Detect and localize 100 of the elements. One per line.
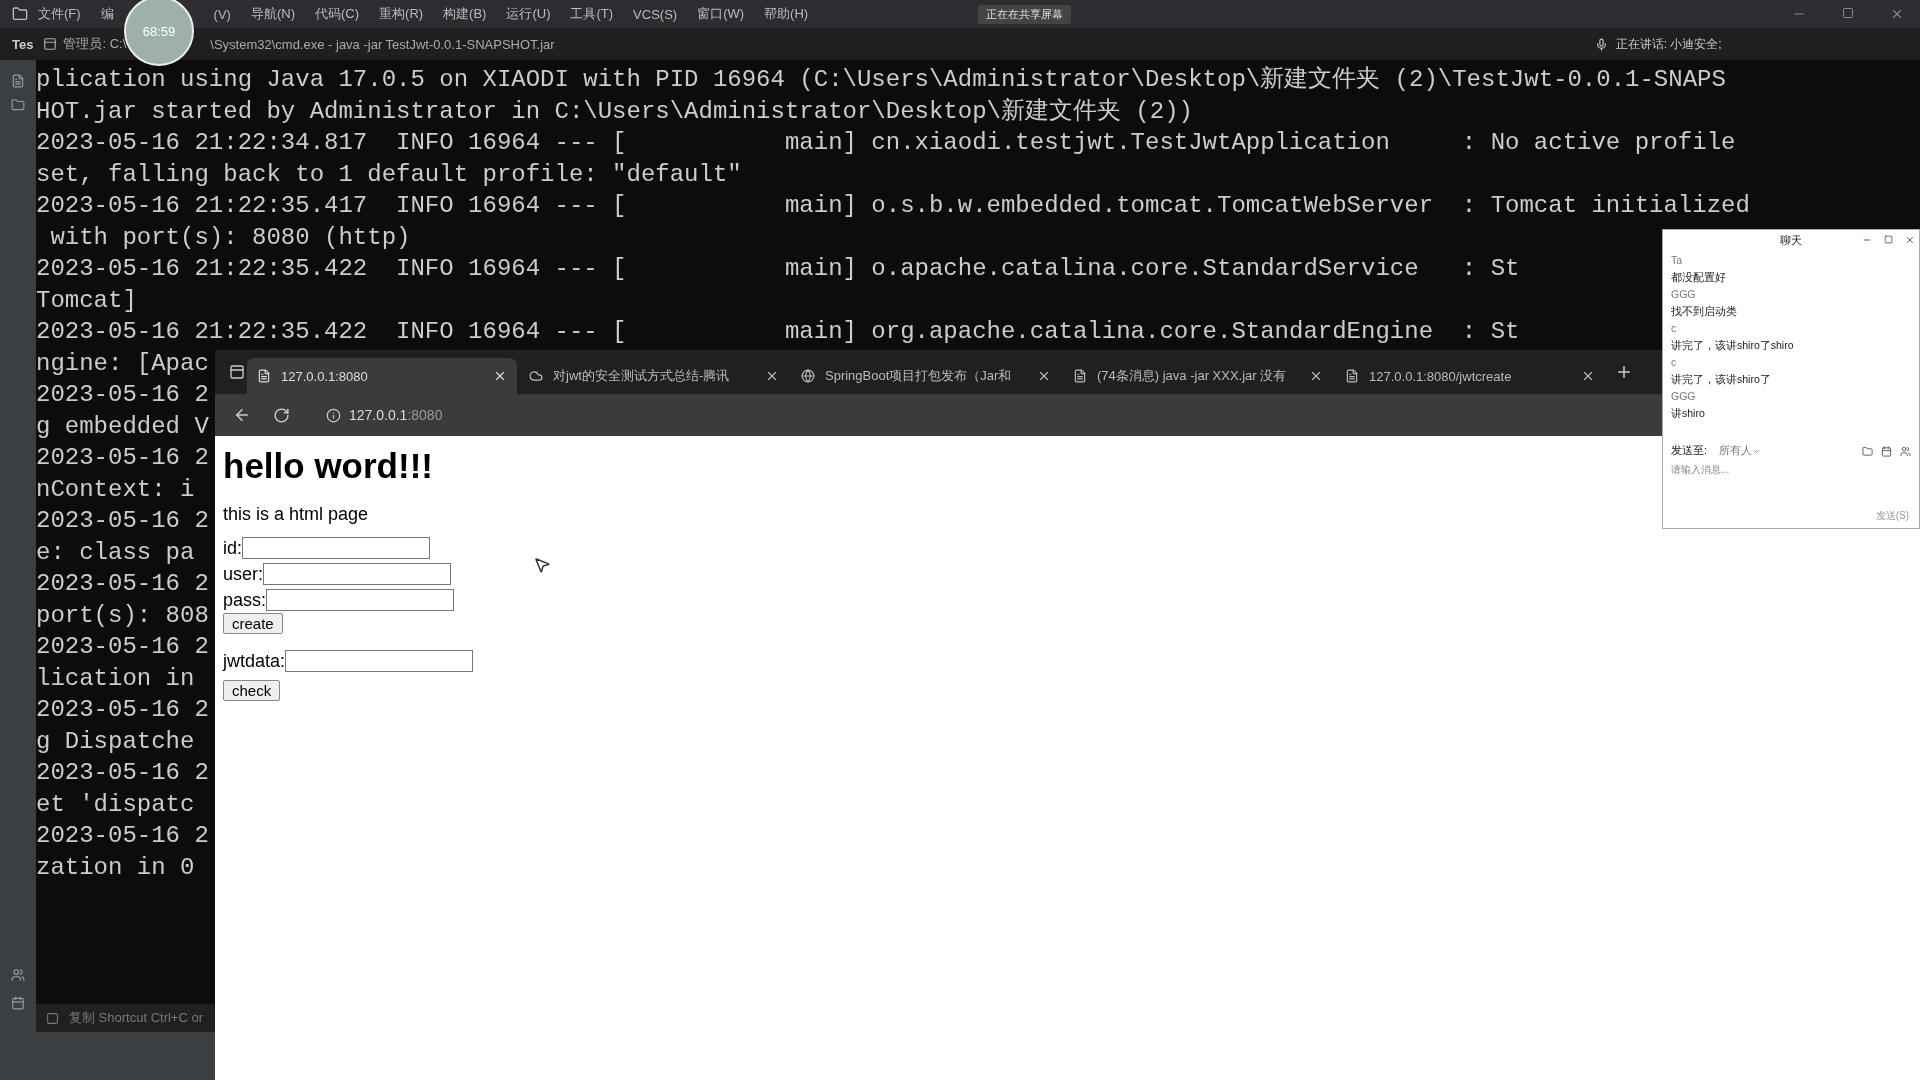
- folder-icon[interactable]: [1862, 445, 1873, 457]
- close-icon[interactable]: [493, 369, 507, 383]
- field-label: jwtdata:: [223, 650, 286, 672]
- cloud-icon: [529, 369, 543, 383]
- recipient-dropdown[interactable]: 所有人: [1718, 444, 1761, 458]
- console-line: plication using Java 17.0.5 on XIAODI with PID 16964 (C:\Users\Administrator\Desktop\新建文件夹 (2)\TestJwt-0.0.1-SNAPS: [36, 65, 1726, 95]
- chat-message: 讲完了，该讲shiro了: [1671, 373, 1772, 386]
- check-button[interactable]: check: [223, 680, 281, 701]
- chat-message: 讲完了，该讲shiro了shiro: [1671, 339, 1795, 352]
- browser-tab[interactable]: (74条消息) java -jar XXX.jar 没有: [1063, 358, 1333, 394]
- address-bar[interactable]: 127.0.0.1:8080: [349, 407, 443, 423]
- browser-tab[interactable]: SpringBoot项目打包发布（Jar和: [791, 358, 1061, 394]
- status-hint: 复制 Shortcut Ctrl+C or: [69, 1009, 203, 1027]
- project-icon[interactable]: [11, 74, 25, 88]
- browser-tab[interactable]: 对jwt的安全测试方式总结-腾讯: [519, 358, 789, 394]
- console-line: zation in 0: [36, 852, 195, 883]
- calendar-icon[interactable]: [1881, 445, 1892, 457]
- console-line: 2023-05-16 2: [36, 821, 209, 851]
- chat-title: 聊天: [1780, 234, 1802, 248]
- console-line: 2023-05-16 2: [36, 695, 209, 725]
- close-icon[interactable]: [1890, 7, 1904, 21]
- folder-icon[interactable]: [11, 98, 25, 112]
- console-line: set, falling back to 1 default profile: "default": [36, 159, 742, 190]
- console-line: 2023-05-16 2: [36, 632, 209, 662]
- sender-name: c: [1671, 322, 1678, 335]
- page-icon: [257, 369, 271, 383]
- console-line: 2023-05-16 2: [36, 506, 209, 536]
- console-line: e: class pa: [36, 537, 195, 568]
- menu-item[interactable]: 窗口(W): [687, 5, 755, 23]
- project-label: Tes: [12, 36, 34, 52]
- sender-name: GGG: [1671, 390, 1697, 403]
- console-line: ngine: [Apac: [36, 348, 209, 379]
- field-label: pass:: [223, 589, 267, 611]
- new-tab-icon[interactable]: [1615, 363, 1633, 381]
- console-title: \System32\cmd.exe - java -jar TestJwt-0.0.1-SNAPSHOT.jar: [210, 36, 555, 52]
- close-icon[interactable]: [1581, 369, 1595, 383]
- back-icon[interactable]: [233, 406, 251, 424]
- menu-item[interactable]: 帮助(H): [754, 5, 819, 23]
- message-input[interactable]: 请输入消息...: [1671, 462, 1730, 478]
- sender-name: GGG: [1671, 288, 1697, 301]
- input-field[interactable]: [263, 563, 452, 585]
- info-icon[interactable]: [326, 407, 341, 423]
- console-line: 2023-05-16 2: [36, 569, 209, 599]
- browser-tab[interactable]: 127.0.0.1:8080: [247, 358, 517, 394]
- input-field[interactable]: [285, 650, 474, 672]
- input-field[interactable]: [242, 537, 430, 559]
- reload-icon[interactable]: [273, 406, 290, 424]
- menu-item[interactable]: 重构(R): [369, 5, 434, 23]
- console-line: lication in: [36, 663, 195, 694]
- speaker-status: 正在讲话: 小迪安全;: [1615, 35, 1722, 53]
- menu-item[interactable]: 运行(U): [496, 5, 561, 23]
- field-label: id:: [223, 537, 242, 559]
- chat-message: 讲shiro: [1671, 407, 1706, 420]
- mouse-pointer-icon: [533, 556, 551, 574]
- maximize-icon[interactable]: [1884, 235, 1893, 244]
- person-icon[interactable]: [1900, 445, 1911, 457]
- console-line: nContext: i: [36, 474, 195, 505]
- close-icon[interactable]: [1037, 369, 1051, 383]
- menu-item[interactable]: 代码(C): [305, 5, 370, 23]
- sender-name: c: [1671, 356, 1678, 369]
- create-button[interactable]: create: [223, 613, 283, 634]
- menu-item[interactable]: (V): [203, 6, 241, 22]
- maximize-icon[interactable]: [1842, 7, 1854, 19]
- field-label: user:: [223, 563, 264, 585]
- sender-name: Ta: [1671, 254, 1684, 267]
- console-line: 2023-05-16 21:22:35.422 INFO 16964 --- [ main] o.apache.catalina.core.StandardService : St: [36, 254, 1520, 284]
- input-field[interactable]: [266, 589, 455, 611]
- page-text: this is a html page: [223, 504, 369, 525]
- menu-item[interactable]: 文件(F): [28, 5, 91, 23]
- menu-item[interactable]: VCS(S): [623, 6, 688, 22]
- menu-item[interactable]: 编: [90, 5, 124, 23]
- console-line: 2023-05-16 2: [36, 758, 209, 788]
- console-line: 2023-05-16 21:22:34.817 INFO 16964 --- [ main] cn.xiaodi.testjwt.TestJwtApplication : No active profile: [36, 128, 1736, 158]
- close-icon[interactable]: [1905, 235, 1915, 245]
- menu-item[interactable]: 构建(B): [433, 5, 497, 23]
- browser-tab[interactable]: 127.0.0.1:8080/jwtcreate: [1335, 358, 1605, 394]
- console-line: g embedded V: [36, 411, 209, 442]
- close-icon[interactable]: [765, 369, 779, 383]
- page-heading: hello word!!!: [223, 446, 433, 486]
- console-line: port(s): 808: [36, 600, 209, 631]
- page-icon: [1073, 369, 1087, 383]
- page-icon: [1345, 369, 1359, 383]
- microphone-icon: [1594, 37, 1608, 51]
- console-title: 管理员: C:\: [63, 35, 127, 53]
- console-line: 2023-05-16 21:22:35.422 INFO 16964 --- [ main] org.apache.catalina.core.StandardEngine : St: [36, 317, 1520, 347]
- console-line: Tomcat]: [36, 285, 137, 316]
- send-to-label: 发送至:: [1671, 444, 1707, 458]
- console-line: HOT.jar started by Administrator in C:\Users\Administrator\Desktop\新建文件夹 (2)): [36, 96, 1193, 127]
- console-line: g Dispatche: [36, 726, 195, 757]
- chat-message: 找不到启动类: [1671, 305, 1738, 318]
- console-line: et 'dispatc: [36, 789, 195, 820]
- tab-actions-icon[interactable]: [229, 364, 245, 380]
- console-line: 2023-05-16 2: [36, 443, 209, 473]
- console-line: 2023-05-16 2: [36, 380, 209, 410]
- close-icon[interactable]: [1309, 369, 1323, 383]
- globe-icon: [801, 369, 815, 383]
- menu-item[interactable]: 工具(T): [560, 5, 624, 23]
- menu-item[interactable]: 导航(N): [240, 5, 305, 23]
- console-window-icon: [43, 37, 58, 51]
- console-line: 2023-05-16 21:22:35.417 INFO 16964 --- [ main] o.s.b.w.embedded.tomcat.TomcatWebServer : Tomcat initialized: [36, 191, 1750, 221]
